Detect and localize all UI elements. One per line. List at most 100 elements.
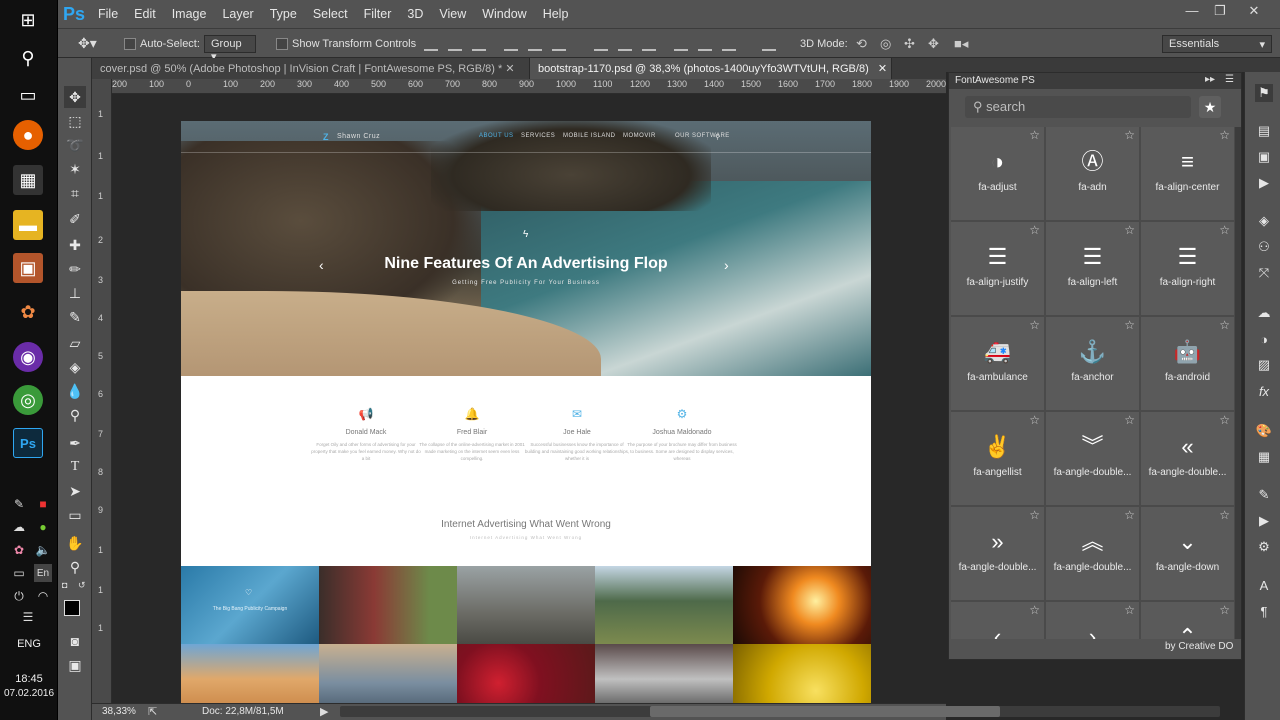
icon-cell-fa-align-left[interactable]: ☆ ☰ fa-align-left bbox=[1046, 222, 1139, 315]
star-icon[interactable]: ☆ bbox=[1029, 413, 1040, 427]
healing-brush-tool-icon[interactable]: ✚ bbox=[64, 234, 86, 256]
menu-select[interactable]: Select bbox=[305, 7, 356, 21]
star-icon[interactable]: ☆ bbox=[1029, 603, 1040, 617]
channels-dock-icon[interactable]: ⚇ bbox=[1255, 238, 1273, 256]
menu-type[interactable]: Type bbox=[262, 7, 305, 21]
distribute-right-icon[interactable] bbox=[722, 37, 736, 51]
align-hcenter-icon[interactable] bbox=[528, 37, 542, 51]
layers-dock-icon[interactable]: ◈ bbox=[1255, 212, 1273, 230]
history-dock-icon[interactable]: ▤ bbox=[1255, 122, 1273, 140]
transform-controls-checkbox[interactable] bbox=[276, 38, 288, 50]
star-icon[interactable]: ☆ bbox=[1219, 128, 1230, 142]
star-icon[interactable]: ☆ bbox=[1219, 508, 1230, 522]
icon-cell-fa-angle-double-down[interactable]: ☆ ︾ fa-angle-double... bbox=[1046, 412, 1139, 505]
history-brush-tool-icon[interactable]: ✎ bbox=[64, 306, 86, 328]
brush-presets-dock-icon[interactable]: ✎ bbox=[1255, 486, 1273, 504]
flower-tray-icon[interactable]: ✿ bbox=[10, 541, 28, 559]
clock-date[interactable]: 07.02.2016 bbox=[0, 688, 58, 699]
auto-align-icon[interactable] bbox=[762, 37, 776, 51]
lasso-tool-icon[interactable]: ➰ bbox=[64, 134, 86, 156]
icon-cell-fa-angellist[interactable]: ☆ ✌ fa-angellist bbox=[951, 412, 1044, 505]
icon-cell-fa-adn[interactable]: ☆ Ⓐfa-adn bbox=[1046, 127, 1139, 220]
star-icon[interactable]: ☆ bbox=[1124, 128, 1135, 142]
quick-mask-icon[interactable]: ◙ bbox=[64, 630, 86, 652]
distribute-hcenter-icon[interactable] bbox=[698, 37, 712, 51]
marquee-tool-icon[interactable]: ⬚ bbox=[64, 110, 86, 132]
default-colors-icon[interactable]: ◘ bbox=[62, 580, 67, 590]
icon-cell-fa-angle-left[interactable]: ☆ ‹ bbox=[951, 602, 1044, 639]
menu-view[interactable]: View bbox=[431, 7, 474, 21]
swatches-dock-icon[interactable]: ▦ bbox=[1255, 448, 1273, 466]
3d-scale-icon[interactable]: ■◂ bbox=[954, 36, 968, 52]
star-icon[interactable]: ☆ bbox=[1124, 508, 1135, 522]
star-icon[interactable]: ☆ bbox=[1124, 318, 1135, 332]
crop-tool-icon[interactable]: ⌗ bbox=[64, 182, 86, 204]
pen-tool-icon[interactable]: ✒ bbox=[64, 432, 86, 454]
auto-select-checkbox[interactable] bbox=[124, 38, 136, 50]
brush-tool-icon[interactable]: ✏ bbox=[64, 258, 86, 280]
fx-dock-icon[interactable]: fx bbox=[1255, 382, 1273, 400]
menu-help[interactable]: Help bbox=[535, 7, 577, 21]
icon-cell-fa-align-justify[interactable]: ☆ ☰ fa-align-justify bbox=[951, 222, 1044, 315]
green-tray-icon[interactable]: ● bbox=[34, 518, 52, 536]
icon-cell-fa-angle-double-right[interactable]: ☆ » fa-angle-double... bbox=[951, 507, 1044, 600]
tab-cover-psd[interactable]: cover.psd @ 50% (Adobe Photoshop | InVis… bbox=[92, 58, 530, 79]
3d-drag-icon[interactable]: ✣ bbox=[904, 36, 915, 52]
rectangle-tool-icon[interactable]: ▭ bbox=[64, 504, 86, 526]
export-icon[interactable]: ⇱ bbox=[148, 705, 157, 718]
tab-bootstrap-psd[interactable]: bootstrap-1170.psd @ 38,3% (photos-1400u… bbox=[530, 58, 892, 79]
notifications-icon[interactable]: ☰ bbox=[19, 608, 37, 626]
adjustments-dock-icon[interactable]: ◑ bbox=[1255, 330, 1273, 348]
align-top-icon[interactable] bbox=[424, 37, 438, 51]
workspace-dropdown[interactable]: Essentials ▾ bbox=[1162, 35, 1272, 53]
icon-cell-fa-angle-up[interactable]: ☆ ⌃ bbox=[1141, 602, 1234, 639]
clock-time[interactable]: 18:45 bbox=[0, 673, 58, 685]
align-right-icon[interactable] bbox=[552, 37, 566, 51]
collapse-icon[interactable]: ▸▸ bbox=[1205, 74, 1215, 85]
fa-search-input[interactable]: ⚲ search bbox=[965, 96, 1191, 118]
icon-cell-fa-angle-double-left[interactable]: ☆ « fa-angle-double... bbox=[1141, 412, 1234, 505]
auto-select-dropdown[interactable]: Group ▾ bbox=[204, 35, 256, 63]
file-explorer-icon[interactable]: ▬ bbox=[13, 210, 43, 240]
star-icon[interactable]: ☆ bbox=[1219, 603, 1230, 617]
distribute-left-icon[interactable] bbox=[674, 37, 688, 51]
libraries-dock-icon[interactable]: ☁ bbox=[1255, 304, 1273, 322]
type-tool-icon[interactable]: T bbox=[64, 456, 86, 478]
icon-cell-fa-adjust[interactable]: ☆ ◑ fa-adjust bbox=[951, 127, 1044, 220]
actions-dock-icon[interactable]: ▶ bbox=[1255, 174, 1273, 192]
tab-close-icon[interactable]: ✕ bbox=[505, 63, 514, 75]
fontawesome-panel-header[interactable]: FontAwesome PS ▸▸ ☰ bbox=[949, 73, 1241, 89]
icon-cell-fa-angle-down[interactable]: ☆ ⌄ fa-angle-down bbox=[1141, 507, 1234, 600]
icon-grid-scrollbar[interactable] bbox=[1235, 127, 1241, 639]
swap-colors-icon[interactable]: ↺ bbox=[78, 580, 86, 591]
menu-layer[interactable]: Layer bbox=[214, 7, 261, 21]
task-view-icon[interactable]: ▭ bbox=[13, 80, 43, 110]
menu-image[interactable]: Image bbox=[164, 7, 215, 21]
eyedropper-tool-icon[interactable]: ✐ bbox=[64, 208, 86, 230]
horizontal-scroll-thumb[interactable] bbox=[650, 706, 1000, 717]
align-vcenter-icon[interactable] bbox=[448, 37, 462, 51]
star-icon[interactable]: ☆ bbox=[1029, 223, 1040, 237]
feather-tray-icon[interactable]: ✎ bbox=[10, 495, 28, 513]
dodge-tool-icon[interactable]: ⚲ bbox=[64, 404, 86, 426]
gift-app-icon[interactable]: ✿ bbox=[13, 297, 43, 327]
keyboard-language[interactable]: ENG bbox=[0, 638, 58, 650]
close-icon[interactable]: ✕ bbox=[1242, 3, 1266, 23]
hand-tool-icon[interactable]: ✋ bbox=[64, 532, 86, 554]
search-icon[interactable]: ⚲ bbox=[13, 43, 43, 73]
color-dock-icon[interactable]: 🎨 bbox=[1255, 422, 1273, 440]
star-icon[interactable]: ☆ bbox=[1029, 508, 1040, 522]
align-bottom-icon[interactable] bbox=[472, 37, 486, 51]
calculator-icon[interactable]: ▦ bbox=[13, 165, 43, 195]
align-left-icon[interactable] bbox=[504, 37, 518, 51]
character-dock-icon[interactable]: A bbox=[1255, 576, 1273, 594]
language-indicator[interactable]: En bbox=[34, 564, 52, 582]
media-player-icon[interactable]: ▣ bbox=[13, 253, 43, 283]
menu-3d[interactable]: 3D bbox=[399, 7, 431, 21]
menu-file[interactable]: File bbox=[90, 7, 126, 21]
star-icon[interactable]: ☆ bbox=[1029, 318, 1040, 332]
tool-presets-dock-icon[interactable]: ⚙ bbox=[1255, 538, 1273, 556]
star-icon[interactable]: ☆ bbox=[1124, 603, 1135, 617]
vertical-ruler[interactable]: 1 1 1 2 3 4 5 6 7 8 9 1 1 1 bbox=[92, 79, 112, 703]
magic-wand-tool-icon[interactable]: ✶ bbox=[64, 158, 86, 180]
